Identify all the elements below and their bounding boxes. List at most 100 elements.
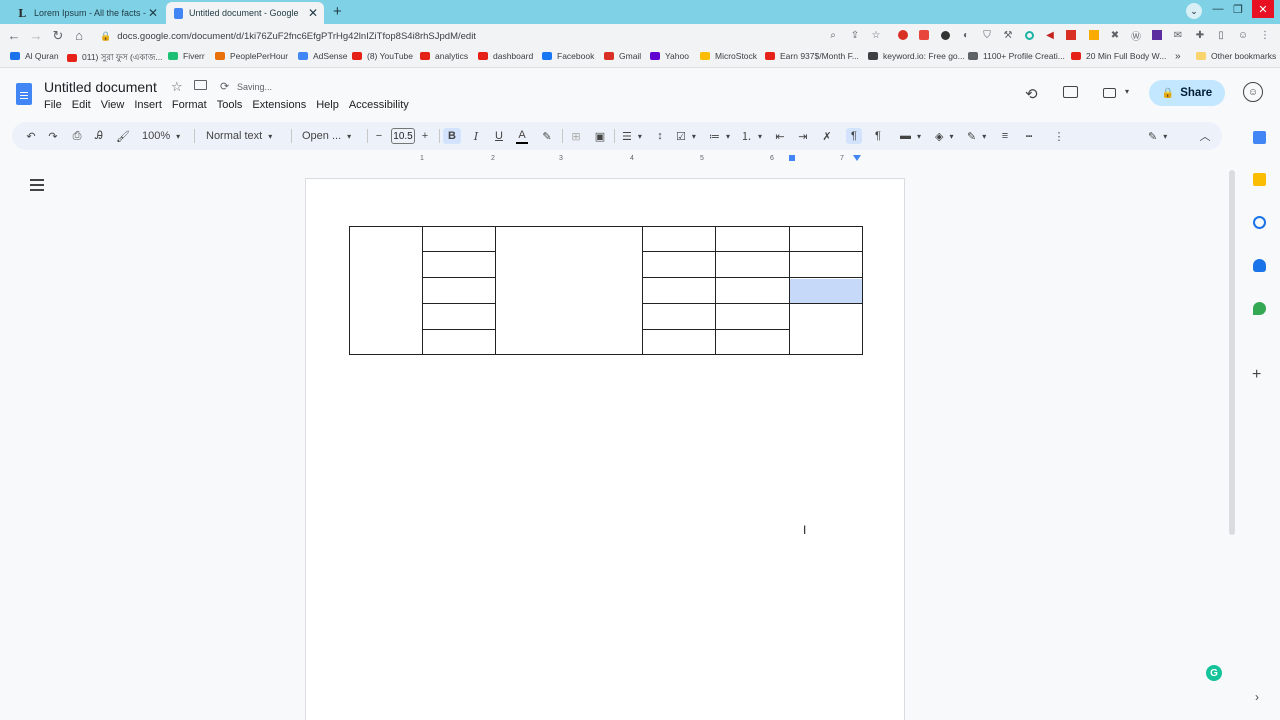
extension-purple-icon[interactable] [1150, 28, 1164, 42]
menu-item-file[interactable]: File [44, 99, 62, 111]
bookmark-item[interactable]: dashboard [478, 51, 533, 61]
restore-icon[interactable]: ❐ [1231, 0, 1245, 18]
bookmark-item[interactable]: AdSense [298, 51, 348, 61]
selected-cell[interactable] [789, 279, 862, 303]
border-color-icon[interactable]: ✎ [967, 128, 986, 144]
undo-icon[interactable]: ↶ [24, 128, 38, 144]
extension-megaphone-icon[interactable]: ◀ [1043, 28, 1057, 42]
document-page[interactable] [305, 178, 905, 720]
align-icon[interactable]: ☰ [622, 128, 642, 144]
document-table[interactable] [349, 226, 863, 355]
bookmark-item[interactable]: 1100+ Profile Creati... [968, 51, 1065, 61]
scrollbar[interactable] [1229, 170, 1235, 535]
back-icon[interactable]: ← [6, 28, 22, 43]
bold-button[interactable]: B [443, 128, 461, 144]
highlight-color-icon[interactable]: ✎ [540, 128, 554, 144]
maps-icon[interactable] [1253, 302, 1266, 315]
calendar-icon[interactable] [1253, 131, 1266, 144]
insert-link-icon[interactable]: ⊞ [569, 128, 583, 144]
zoom-icon[interactable]: ⌕ [826, 28, 840, 42]
menu-item-format[interactable]: Format [172, 99, 207, 111]
version-history-icon[interactable]: ⟲ [1025, 85, 1038, 103]
menu-item-tools[interactable]: Tools [217, 99, 243, 111]
bookmark-item[interactable]: Facebook [542, 51, 594, 61]
ltr-icon[interactable]: ¶ [846, 128, 862, 144]
menu-item-insert[interactable]: Insert [134, 99, 162, 111]
extension-teal-icon[interactable] [1022, 28, 1036, 42]
editing-mode-icon[interactable]: ✎ [1148, 128, 1167, 144]
extension-shield-icon[interactable]: ⛉ [980, 28, 994, 42]
extension-dark-icon[interactable] [938, 28, 952, 42]
tab-lorem-ipsum[interactable]: L Lorem Ipsum - All the facts - Lip ✕ [8, 2, 164, 24]
new-tab-button[interactable]: + [333, 3, 342, 20]
bookmark-item[interactable]: Earn 937$/Month F... [765, 51, 859, 61]
reload-icon[interactable]: ↻ [50, 28, 66, 44]
insert-image-icon[interactable]: ▣ [593, 128, 607, 144]
grammarly-icon[interactable]: G [1206, 665, 1222, 681]
chevron-right-icon[interactable]: › [1255, 690, 1259, 704]
underline-button[interactable]: U [493, 128, 505, 144]
document-outline-icon[interactable] [30, 179, 44, 191]
bookmark-item[interactable]: analytics [420, 51, 468, 61]
tab-google-doc[interactable]: Untitled document - Google Doc ✕ [166, 2, 324, 24]
minimize-icon[interactable]: — [1211, 0, 1225, 18]
extensions-puzzle-icon[interactable]: ✚ [1193, 28, 1207, 42]
star-icon[interactable]: ☆ [171, 79, 183, 95]
fill-color-icon[interactable]: ◈ [935, 128, 953, 144]
comments-icon[interactable] [1063, 86, 1078, 98]
bookmark-item[interactable]: Al Quran [10, 51, 59, 61]
extension-red-icon[interactable] [896, 28, 910, 42]
bookmark-item[interactable]: 011) সুরা ফুস (একাজ... [67, 51, 162, 65]
home-icon[interactable]: ⌂ [71, 28, 87, 43]
bookmark-item[interactable]: keyword.io: Free go... [868, 51, 965, 61]
collapse-toolbar-icon[interactable]: ︿ [1199, 128, 1211, 144]
share-button[interactable]: 🔒 Share [1149, 80, 1225, 106]
spellcheck-icon[interactable]: Ꭿ [92, 128, 106, 144]
menu-item-view[interactable]: View [101, 99, 125, 111]
menu-item-help[interactable]: Help [316, 99, 339, 111]
chevron-down-icon[interactable]: ▾ [1125, 87, 1129, 96]
side-panel-icon[interactable]: ▯ [1214, 28, 1228, 42]
close-tab-icon[interactable]: ✕ [308, 6, 318, 20]
menu-item-extensions[interactable]: Extensions [252, 99, 306, 111]
bookmark-item[interactable]: 20 Min Full Body W... [1071, 51, 1166, 61]
table-border-icon[interactable]: ▬ [900, 128, 921, 144]
forward-icon[interactable]: → [28, 28, 44, 43]
bookmark-item[interactable]: Fiverr [168, 51, 205, 61]
right-indent-marker-icon[interactable] [853, 155, 861, 161]
extension-mail-icon[interactable]: ✉ [1171, 28, 1185, 42]
paragraph-style-select[interactable]: Normal text [206, 128, 272, 144]
bookmark-star-icon[interactable]: ☆ [869, 28, 883, 42]
decrease-font-size-icon[interactable]: − [374, 128, 384, 144]
bookmark-item[interactable]: (8) YouTube [352, 51, 413, 61]
extension-wp-icon[interactable]: Ⓦ [1129, 28, 1143, 43]
url-field[interactable]: 🔒 docs.google.com/document/d/1ki76ZuF2fn… [94, 26, 894, 46]
bulleted-list-icon[interactable]: ≔ [709, 128, 730, 144]
other-bookmarks-folder[interactable]: Other bookmarks [1196, 51, 1276, 61]
tab-search-icon[interactable]: ⌄ [1186, 3, 1202, 19]
zoom-select[interactable]: 100% [142, 128, 180, 144]
bookmark-item[interactable]: PeoplePerHour [215, 51, 288, 61]
horizontal-ruler[interactable]: 1 2 3 4 5 6 7 [305, 152, 905, 166]
redo-icon[interactable]: ↷ [46, 128, 60, 144]
share-page-icon[interactable]: ⇪ [848, 28, 862, 42]
increase-indent-icon[interactable]: ⇥ [796, 128, 810, 144]
paint-format-icon[interactable]: 🖌 [116, 128, 130, 144]
contacts-icon[interactable] [1253, 259, 1266, 272]
profile-icon[interactable]: ☺ [1236, 28, 1250, 42]
avatar[interactable]: ☺ [1243, 82, 1263, 102]
indent-marker-icon[interactable] [789, 155, 795, 161]
docs-logo-icon[interactable] [16, 83, 32, 105]
clear-formatting-icon[interactable]: ✗ [820, 128, 834, 144]
checklist-icon[interactable]: ☑ [676, 128, 696, 144]
menu-item-accessibility[interactable]: Accessibility [349, 99, 409, 111]
extension-red2-icon[interactable] [1064, 28, 1078, 42]
move-folder-icon[interactable] [194, 80, 207, 90]
extension-gray-icon[interactable]: ◐ [959, 28, 973, 42]
vertical-ruler[interactable] [0, 170, 10, 720]
close-tab-icon[interactable]: ✕ [148, 6, 158, 20]
extension-wrench-icon[interactable]: ⚒ [1001, 28, 1015, 42]
print-icon[interactable]: ⎙ [70, 128, 84, 144]
close-window-icon[interactable]: ✕ [1252, 0, 1274, 18]
bookmark-item[interactable]: MicroStock [700, 51, 757, 61]
